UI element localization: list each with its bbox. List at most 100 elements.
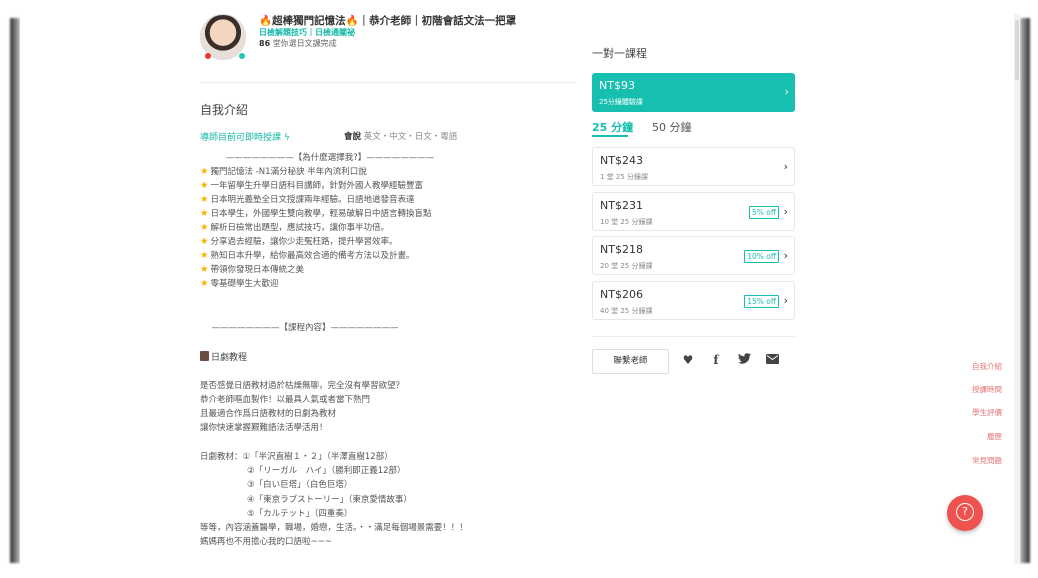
panel-divider [592, 336, 795, 337]
chevron-right-icon: › [783, 294, 788, 307]
discount-badge: 10% off [744, 250, 779, 263]
star-icon: ★ [200, 264, 209, 275]
star-icon: ★ [200, 250, 209, 261]
package-sub: 10 堂 25 分鐘課 [600, 218, 653, 226]
package-sub: 20 堂 25 分鐘課 [600, 262, 653, 270]
heart-icon[interactable]: ♥ [681, 353, 695, 367]
star-icon: ★ [200, 236, 209, 247]
mail-svg [765, 354, 779, 364]
discount-badge: 15% off [744, 295, 779, 308]
why-choose-heading: ————————【為什麼選擇我?】———————— [225, 153, 435, 163]
twitter-icon[interactable] [737, 353, 751, 367]
star-icon: ★ [200, 180, 209, 191]
package-card[interactable]: NT$231 10 堂 25 分鐘課 5% off › [592, 192, 795, 231]
package-sub: 40 堂 25 分鐘課 [600, 307, 653, 315]
feature-text: 日本明光義塾全日文授課兩年經驗。日語地道發音表達 [210, 195, 415, 205]
feature-item: ★ 零基礎學生大歡迎 [200, 277, 279, 289]
feature-text: 一年留學生升學日語科目講師，針對外國人教學經驗豐富 [210, 181, 424, 191]
sidenav-schedule[interactable]: 授課時間 [972, 384, 1002, 395]
sidenav-reviews[interactable]: 學生評價 [972, 407, 1002, 418]
book-icon [200, 351, 209, 361]
discount-badge: 5% off [748, 206, 779, 219]
course-content-heading: ————————【課程內容】———————— [211, 323, 399, 333]
intro-heading: 自我介紹 [200, 103, 249, 117]
page [20, 14, 1020, 564]
package-price: NT$206 [600, 288, 643, 301]
feature-item: ★ 日本明光義塾全日文授課兩年經驗。日語地道發音表達 [200, 193, 415, 205]
drama-heading-text: 日劇教程 [211, 353, 248, 363]
feature-text: 帶領你發現日本傳統之美 [210, 265, 305, 275]
screen: 🔥超棒獨門記憶法🔥｜恭介老師｜初階會話文法一把罩 日檢解題技巧｜日檢通關祕 86… [0, 0, 1038, 578]
left-shadow [10, 18, 20, 563]
feature-text: 日本學生，外國學生雙向教學，輕易破解日中語言轉換盲點 [210, 209, 432, 219]
header-divider [200, 82, 578, 83]
trial-sub: 25分鐘體驗課 [599, 98, 643, 106]
star-icon: ★ [200, 166, 209, 177]
teacher-title: 🔥超棒獨門記憶法🔥｜恭介老師｜初階會話文法一把罩 [259, 15, 517, 27]
instant-lesson-link[interactable]: 導師目前可即時授課 ϟ [200, 130, 290, 143]
package-price: NT$231 [600, 199, 643, 212]
speaks-label: 會說 [344, 132, 362, 142]
material-line: 媽媽再也不用擔心我的口語啦~~~ [200, 537, 332, 547]
feature-item: ★ 解析日檢常出題型，應試技巧，讓你事半功倍。 [200, 221, 389, 233]
chevron-right-icon: › [783, 205, 788, 218]
sidenav-faq[interactable]: 常見問題 [972, 455, 1002, 466]
star-icon: ★ [200, 222, 209, 233]
mail-icon[interactable] [765, 353, 779, 367]
help-icon: ? [956, 503, 974, 521]
status-dot-online [239, 53, 245, 59]
feature-item: ★ 日本學生，外國學生雙向教學，輕易破解日中語言轉換盲點 [200, 207, 432, 219]
trial-lesson-card[interactable]: NT$93 25分鐘體驗課 › [592, 73, 795, 112]
material-line: ③「白い巨塔」（白色巨塔） [247, 480, 353, 490]
tab-50-min[interactable]: 50 分鐘 [652, 119, 692, 135]
feature-text: 零基礎學生大歡迎 [210, 279, 279, 289]
feature-text: 熟知日本升學，給你最高效合適的備考方法以及計畫。 [210, 251, 415, 261]
package-card[interactable]: NT$243 1 堂 25 分鐘課 › [592, 147, 795, 186]
chevron-right-icon: › [783, 160, 788, 173]
help-button[interactable]: ? [947, 495, 983, 531]
one-on-one-title: 一對一課程 [592, 47, 647, 60]
package-card[interactable]: NT$218 20 堂 25 分鐘課 10% off › [592, 236, 795, 275]
material-line: 等等，內容涵蓋醫學，職場，婚戀，生活。・・滿足每個場景需要！！！ [200, 523, 468, 533]
teacher-tags: 日檢解題技巧｜日檢通關祕 [259, 28, 355, 37]
feature-item: ★ 熟知日本升學，給你最高效合適的備考方法以及計畫。 [200, 249, 415, 261]
status-dot-red [205, 53, 211, 59]
twitter-svg [737, 353, 751, 364]
package-price: NT$243 [600, 154, 643, 167]
sidenav-intro[interactable]: 自我介紹 [972, 361, 1002, 372]
contact-teacher-button[interactable]: 聯繫老師 [592, 349, 669, 374]
feature-text: 獨門記憶法 -N1滿分秘訣 半年內流利口說 [210, 167, 367, 177]
drama-paragraph-line: 且最適合作爲日語教材的日劇為教材 [200, 409, 337, 419]
feature-item: ★ 獨門記憶法 -N1滿分秘訣 半年內流利口說 [200, 165, 367, 177]
feature-text: 分享過去經驗，讓你少走冤枉路，提升學習效率。 [210, 237, 398, 247]
star-icon: ★ [200, 194, 209, 205]
lesson-count-text: 堂你選日文課完成 [272, 39, 337, 48]
feature-item: ★ 一年留學生升學日語科目講師，針對外國人教學經驗豐富 [200, 179, 423, 191]
feature-text: 解析日檢常出題型，應試技巧，讓你事半功倍。 [210, 223, 390, 233]
drama-heading: 日劇教程 [200, 350, 247, 363]
material-line: 日劇教材：①「半沢直樹１・２」（半澤直樹12部） [200, 452, 393, 462]
package-card[interactable]: NT$206 40 堂 25 分鐘課 15% off › [592, 281, 795, 320]
right-shadow [1020, 18, 1030, 563]
trial-price: NT$93 [599, 79, 635, 92]
scrollbar-thumb[interactable] [1015, 20, 1019, 80]
chevron-right-icon: › [783, 249, 788, 262]
drama-paragraph-line: 是否感覺日語教材過於枯燥無聊，完全沒有學習欲望？ [200, 381, 405, 391]
feature-item: ★ 分享過去經驗，讓你少走冤枉路，提升學習效率。 [200, 235, 398, 247]
facebook-icon[interactable]: f [709, 353, 723, 367]
tab-25-min[interactable]: 25 分鐘 [592, 119, 633, 135]
material-line: ②「リーガル ハイ」（勝利即正義12部） [247, 466, 406, 476]
lesson-count: 86 堂你選日文課完成 [259, 38, 337, 49]
scrollbar[interactable] [1014, 14, 1020, 564]
material-line: ⑤「カルテット」（四重奏） [247, 509, 353, 519]
sidenav-resume[interactable]: 履歷 [987, 431, 1002, 442]
chevron-right-icon: › [784, 85, 789, 98]
star-icon: ★ [200, 208, 209, 219]
tab-underline [592, 135, 628, 137]
instant-lesson-label: 導師目前可即時授課 [200, 133, 282, 143]
star-icon: ★ [200, 278, 209, 289]
lesson-count-number: 86 [259, 39, 271, 48]
drama-paragraph-line: 讓你快速掌握艱難語法活學活用！ [200, 423, 328, 433]
languages-list: 英文・中文・日文・粵語 [363, 132, 458, 142]
languages: 會說 英文・中文・日文・粵語 [344, 130, 457, 142]
